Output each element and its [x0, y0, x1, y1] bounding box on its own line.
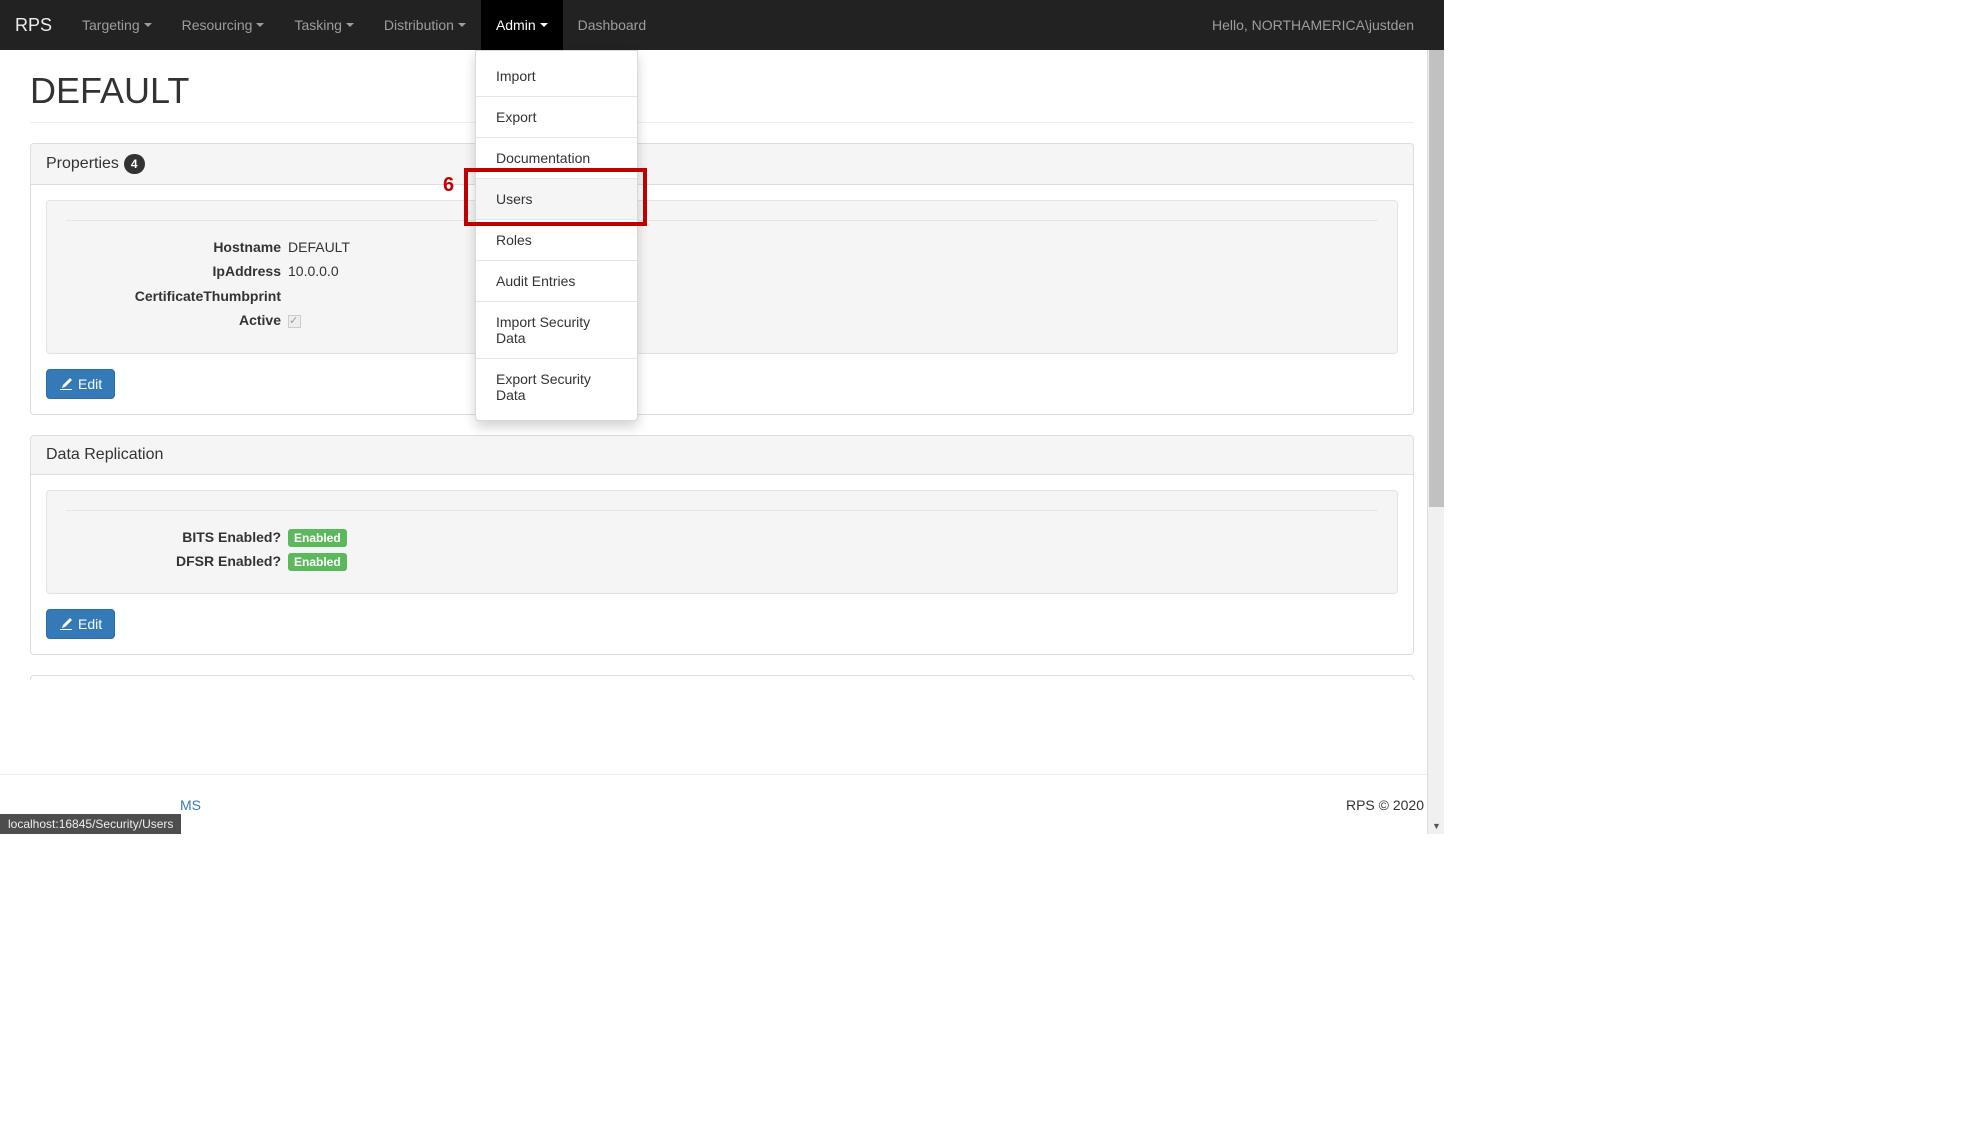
properties-edit-button[interactable]: Edit [46, 369, 115, 399]
nav-admin[interactable]: Admin [481, 0, 563, 50]
nav-dashboard[interactable]: Dashboard [563, 0, 662, 50]
browser-status-bar: localhost:16845/Security/Users [0, 814, 181, 834]
ipaddress-label: IpAddress [66, 260, 286, 282]
nav-tasking[interactable]: Tasking [279, 0, 368, 50]
active-label: Active [66, 309, 286, 331]
caret-icon [346, 23, 354, 27]
active-value [286, 309, 1378, 331]
admin-dropdown: Import Export Documentation Users Roles … [475, 50, 638, 421]
bits-label: BITS Enabled? [66, 526, 286, 548]
footer-copyright: RPS © 2020 [1346, 797, 1424, 813]
admin-menu-export-security[interactable]: Export Security Data [476, 359, 637, 415]
admin-menu-import[interactable]: Import [476, 56, 637, 96]
divider [66, 220, 1378, 221]
nav-distribution[interactable]: Distribution [369, 0, 481, 50]
scroll-thumb[interactable] [1429, 17, 1444, 507]
user-greeting: Hello, NORTHAMERICA\justden [1197, 2, 1429, 48]
caret-icon [144, 23, 152, 27]
nav-distribution-label: Distribution [384, 17, 454, 33]
nav-resourcing[interactable]: Resourcing [167, 0, 280, 50]
edit-icon [59, 617, 73, 631]
cert-thumbprint-label: CertificateThumbprint [66, 285, 286, 307]
admin-menu-audit-entries[interactable]: Audit Entries [476, 261, 637, 301]
hostname-value: DEFAULT [286, 236, 1378, 258]
admin-menu-documentation[interactable]: Documentation [476, 138, 637, 178]
replication-well: BITS Enabled? Enabled DFSR Enabled? Enab… [46, 490, 1398, 595]
properties-body: Hostname DEFAULT IpAddress 10.0.0.0 Cert… [31, 185, 1413, 414]
admin-menu-export[interactable]: Export [476, 97, 637, 137]
callout-number: 6 [443, 174, 454, 197]
cert-thumbprint-value [286, 285, 1378, 307]
hostname-label: Hostname [66, 236, 286, 258]
caret-icon [540, 23, 548, 27]
divider [66, 510, 1378, 511]
active-checkbox [288, 315, 301, 328]
properties-well: Hostname DEFAULT IpAddress 10.0.0.0 Cert… [46, 200, 1398, 354]
main-container: DEFAULT Properties 4 Hostname DEFAULT Ip [15, 50, 1429, 720]
dfsr-label: DFSR Enabled? [66, 550, 286, 572]
bits-value: Enabled [286, 526, 1378, 548]
replication-body: BITS Enabled? Enabled DFSR Enabled? Enab… [31, 475, 1413, 655]
admin-menu-users[interactable]: Users [476, 179, 637, 219]
replication-panel: Data Replication BITS Enabled? Enabled D… [30, 435, 1414, 656]
properties-list: Hostname DEFAULT IpAddress 10.0.0.0 Cert… [66, 236, 1378, 332]
replication-edit-button[interactable]: Edit [46, 609, 115, 639]
ipaddress-value: 10.0.0.0 [286, 260, 1378, 282]
scroll-down-arrow-icon[interactable]: ▼ [1428, 817, 1444, 834]
replication-heading: Data Replication [31, 436, 1413, 475]
footer: MS RPS © 2020 [0, 774, 1444, 834]
caret-icon [458, 23, 466, 27]
properties-heading-text: Properties [46, 155, 119, 173]
properties-badge: 4 [124, 154, 145, 174]
edit-label: Edit [78, 376, 102, 392]
dfsr-status-badge: Enabled [288, 553, 347, 571]
navbar: RPS Targeting Resourcing Tasking Distrib… [0, 0, 1444, 50]
nav-tasking-label: Tasking [294, 17, 341, 33]
nav-targeting-label: Targeting [82, 17, 140, 33]
dfsr-value: Enabled [286, 550, 1378, 572]
vertical-scrollbar[interactable]: ▲ ▼ [1427, 0, 1444, 834]
properties-heading: Properties 4 [31, 144, 1413, 185]
replication-list: BITS Enabled? Enabled DFSR Enabled? Enab… [66, 526, 1378, 573]
nav-targeting[interactable]: Targeting [67, 0, 167, 50]
brand-link[interactable]: RPS [15, 15, 67, 36]
properties-panel: Properties 4 Hostname DEFAULT IpAddress … [30, 143, 1414, 415]
page-title: DEFAULT [30, 70, 1414, 123]
admin-menu-roles[interactable]: Roles [476, 220, 637, 260]
next-panel-partial [30, 675, 1414, 680]
caret-icon [256, 23, 264, 27]
nav-admin-label: Admin [496, 17, 536, 33]
bits-status-badge: Enabled [288, 529, 347, 547]
edit-label: Edit [78, 616, 102, 632]
edit-icon [59, 377, 73, 391]
admin-menu-import-security[interactable]: Import Security Data [476, 302, 637, 358]
footer-ms-link[interactable]: MS [180, 797, 201, 813]
nav-resourcing-label: Resourcing [182, 17, 253, 33]
